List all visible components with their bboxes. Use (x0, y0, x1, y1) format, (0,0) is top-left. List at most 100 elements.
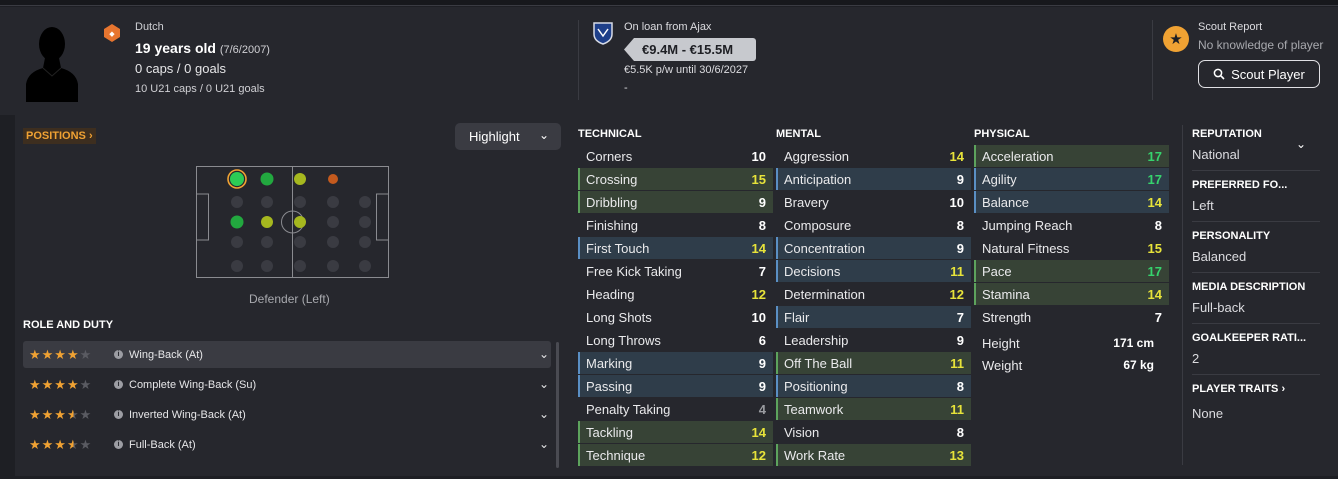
info-divider (1192, 272, 1320, 273)
attribute-row[interactable]: Bravery 10 (776, 191, 971, 213)
attribute-row[interactable]: Acceleration 17 (974, 145, 1169, 167)
attribute-row[interactable]: Heading 12 (578, 283, 773, 305)
scout-player-button[interactable]: Scout Player (1198, 60, 1320, 88)
attribute-row[interactable]: Technique 12 (578, 444, 773, 466)
chevron-down-icon[interactable]: ⌄ (539, 377, 549, 391)
chevron-down-icon[interactable]: ⌄ (1296, 137, 1306, 151)
attribute-row[interactable]: Work Rate 13 (776, 444, 971, 466)
attribute-row[interactable]: Natural Fitness 15 (974, 237, 1169, 259)
attribute-value: 7 (1154, 309, 1162, 325)
player-traits-value: None (1192, 406, 1224, 421)
attribute-row[interactable]: Balance 14 (974, 191, 1169, 213)
scout-player-label: Scout Player (1231, 66, 1305, 82)
attribute-value: 9 (758, 378, 766, 394)
info-icon[interactable]: i (114, 350, 123, 359)
header-divider (578, 20, 579, 100)
attribute-row[interactable]: Leadership 9 (776, 329, 971, 351)
date-of-birth: (7/6/2007) (219, 44, 270, 56)
attribute-value: 14 (1147, 286, 1162, 302)
nationality-icon[interactable]: ◆ (104, 24, 120, 42)
roles-scrollbar[interactable] (556, 342, 559, 468)
weight-row: Weight 67 kg (974, 354, 1169, 376)
attribute-row[interactable]: Long Shots 10 (578, 306, 773, 328)
attribute-row[interactable]: Positioning 8 (776, 375, 971, 397)
info-divider (1182, 125, 1183, 465)
role-row[interactable]: ★★★★★ i Inverted Wing-Back (At) ⌄ (23, 401, 551, 428)
attribute-row[interactable]: Stamina 14 (974, 283, 1169, 305)
player-traits-button[interactable]: PLAYER TRAITS › (1192, 383, 1285, 395)
attribute-row[interactable]: Decisions 11 (776, 260, 971, 282)
role-name: Inverted Wing-Back (At) (129, 408, 246, 421)
chevron-down-icon[interactable]: ⌄ (539, 407, 549, 421)
info-icon[interactable]: i (114, 410, 123, 419)
attribute-value: 10 (751, 148, 766, 164)
attribute-row[interactable]: Jumping Reach 8 (974, 214, 1169, 236)
attribute-row[interactable]: Composure 8 (776, 214, 971, 236)
attribute-name: Penalty Taking (586, 401, 671, 417)
top-strip (0, 0, 1338, 6)
attribute-name: Leadership (784, 332, 849, 348)
header-divider (1152, 20, 1153, 100)
attribute-name: Technique (586, 447, 646, 463)
attribute-name: Free Kick Taking (586, 263, 682, 279)
attribute-row[interactable]: Concentration 9 (776, 237, 971, 259)
attribute-row[interactable]: Vision 8 (776, 421, 971, 443)
attribute-row[interactable]: Corners 10 (578, 145, 773, 167)
height-row: Height 171 cm (974, 332, 1169, 354)
player-age: 19 years old (7/6/2007) (135, 40, 270, 56)
positions-button[interactable]: POSITIONS › (23, 128, 96, 144)
attribute-row[interactable]: Passing 9 (578, 375, 773, 397)
attribute-row[interactable]: First Touch 14 (578, 237, 773, 259)
attribute-name: Heading (586, 286, 635, 302)
attribute-name: First Touch (586, 240, 650, 256)
chevron-down-icon[interactable]: ⌄ (539, 437, 549, 451)
search-icon (1213, 68, 1225, 80)
attribute-value: 14 (1147, 194, 1162, 210)
loan-status: On loan from Ajax (624, 21, 712, 33)
attribute-row[interactable]: Determination 12 (776, 283, 971, 305)
club-badge-icon[interactable] (592, 21, 614, 45)
attribute-value: 8 (758, 217, 766, 233)
attribute-row[interactable]: Marking 9 (578, 352, 773, 374)
attribute-row[interactable]: Tackling 14 (578, 421, 773, 443)
info-icon[interactable]: i (114, 440, 123, 449)
info-icon[interactable]: i (114, 380, 123, 389)
attribute-row[interactable]: Penalty Taking 4 (578, 398, 773, 420)
attribute-row[interactable]: Teamwork 11 (776, 398, 971, 420)
chevron-down-icon[interactable]: ⌄ (539, 347, 549, 361)
attribute-value: 4 (758, 401, 766, 417)
attribute-row[interactable]: Long Throws 6 (578, 329, 773, 351)
attribute-row[interactable]: Flair 7 (776, 306, 971, 328)
physical-title: PHYSICAL (974, 128, 1030, 140)
attribute-row[interactable]: Agility 17 (974, 168, 1169, 190)
role-row[interactable]: ★★★★★ i Complete Wing-Back (Su) ⌄ (23, 371, 551, 398)
attribute-row[interactable]: Aggression 14 (776, 145, 971, 167)
attribute-name: Finishing (586, 217, 639, 233)
positions-label: POSITIONS (26, 130, 86, 142)
attribute-name: Positioning (784, 378, 848, 394)
attribute-row[interactable]: Pace 17 (974, 260, 1169, 282)
attribute-name: Composure (784, 217, 852, 233)
role-row[interactable]: ★★★★★ i Full-Back (At) ⌄ (23, 431, 551, 458)
attribute-name: Weight (982, 357, 1023, 373)
player-silhouette-icon (26, 27, 78, 102)
attribute-value: 17 (1147, 171, 1162, 187)
attribute-row[interactable]: Free Kick Taking 7 (578, 260, 773, 282)
attribute-row[interactable]: Finishing 8 (578, 214, 773, 236)
info-divider (1192, 221, 1320, 222)
attribute-name: Strength (982, 309, 1032, 325)
attribute-value: 7 (956, 309, 964, 325)
attribute-row[interactable]: Crossing 15 (578, 168, 773, 190)
positions-pitch[interactable] (196, 166, 389, 278)
attribute-name: Pace (982, 263, 1012, 279)
transfer-value[interactable]: €9.4M - €15.5M (624, 38, 756, 61)
chevron-down-icon: ⌄ (538, 128, 549, 142)
attribute-row[interactable]: Anticipation 9 (776, 168, 971, 190)
attribute-name: Marking (586, 355, 633, 371)
attribute-row[interactable]: Off The Ball 11 (776, 352, 971, 374)
role-rating-stars: ★★★★★ (29, 436, 93, 452)
attribute-row[interactable]: Dribbling 9 (578, 191, 773, 213)
highlight-dropdown[interactable]: Highlight ⌄ (455, 123, 561, 150)
role-row[interactable]: ★★★★★ i Wing-Back (At) ⌄ (23, 341, 551, 368)
attribute-row[interactable]: Strength 7 (974, 306, 1169, 328)
